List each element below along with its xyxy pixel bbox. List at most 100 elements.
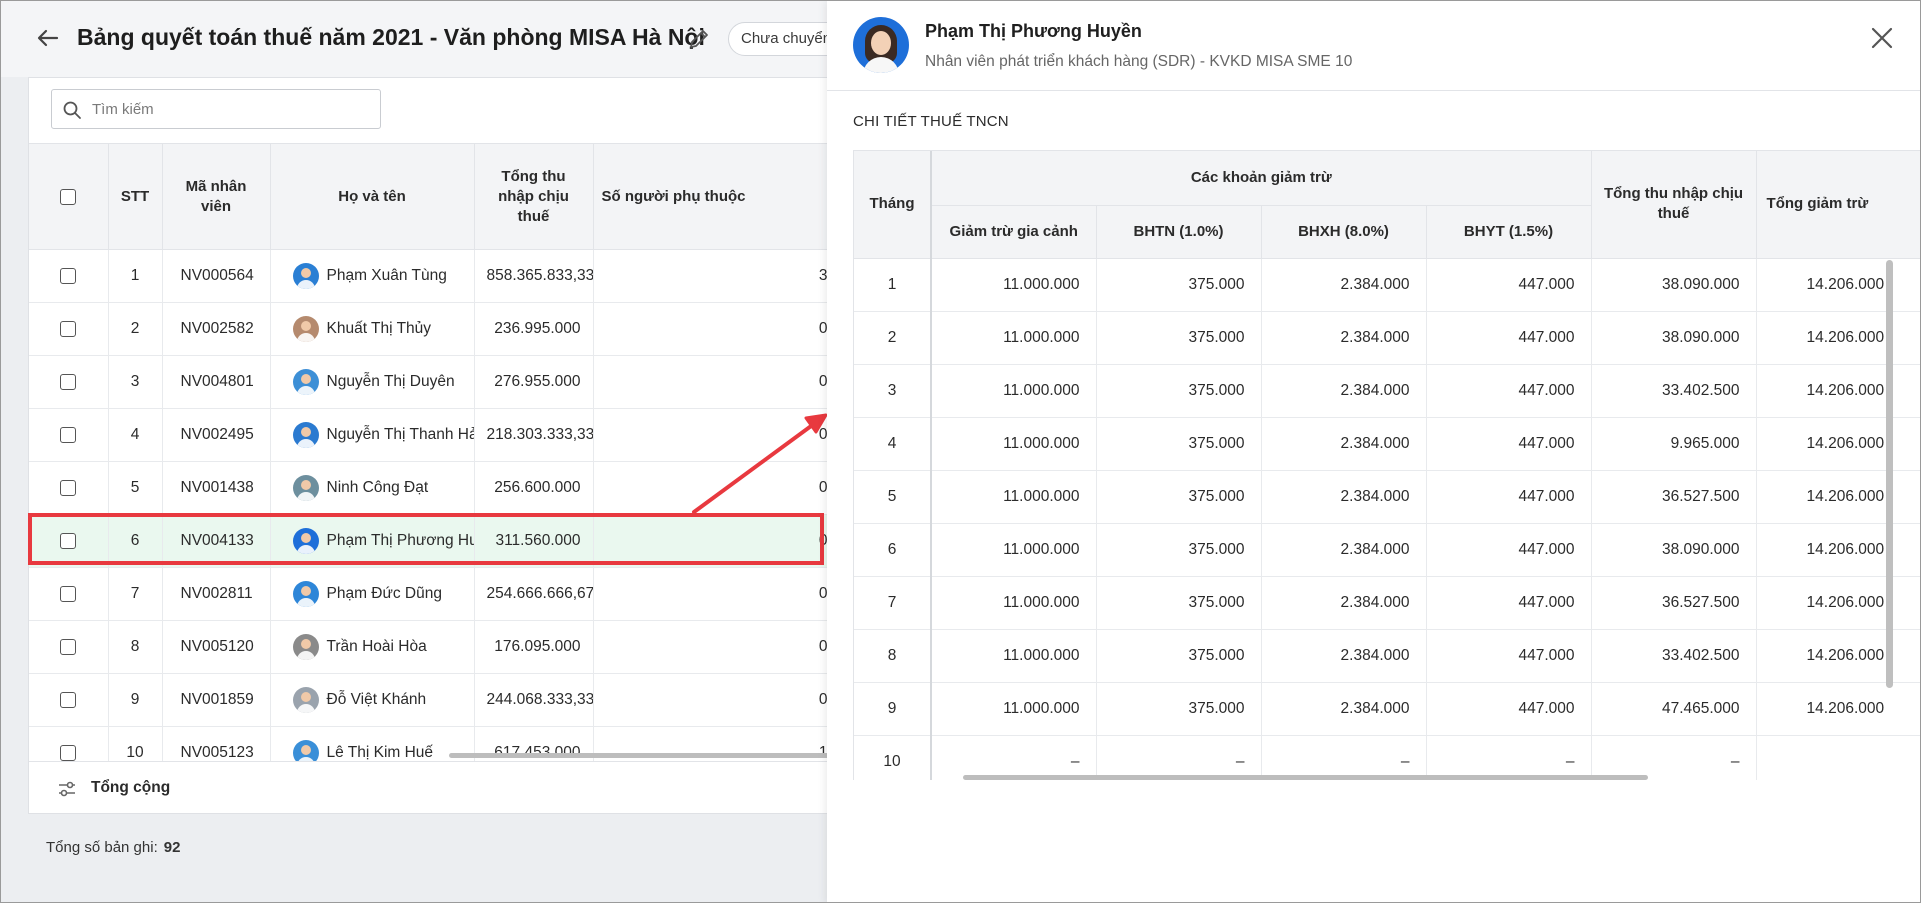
cell-stt: 5 bbox=[108, 461, 163, 515]
cell-bhtn: 375.000 bbox=[1096, 682, 1262, 736]
tax-row[interactable]: 7 11.000.000 375.000 2.384.000 447.000 36.527… bbox=[854, 576, 1920, 630]
cell-name: Trần Hoài Hòa bbox=[270, 620, 475, 674]
cell-month: 5 bbox=[854, 470, 932, 524]
page-title: Bảng quyết toán thuế năm 2021 - Văn phòn… bbox=[77, 24, 705, 50]
vertical-scrollbar[interactable] bbox=[1886, 260, 1893, 688]
employee-name-text[interactable]: Khuất Thị Thủy bbox=[327, 320, 432, 337]
table-row[interactable]: 7 NV002811 Phạm Đức Dũng 254.666.666,67 0 bbox=[29, 567, 827, 621]
row-checkbox[interactable] bbox=[60, 426, 77, 443]
column-header-bhyt[interactable]: BHYT (1.5%) bbox=[1426, 205, 1592, 259]
employee-name-text[interactable]: Đỗ Việt Khánh bbox=[327, 691, 427, 708]
tax-row[interactable]: 9 11.000.000 375.000 2.384.000 447.000 47.465… bbox=[854, 682, 1920, 736]
tax-row[interactable]: 2 11.000.000 375.000 2.384.000 447.000 38.090… bbox=[854, 311, 1920, 365]
sliders-icon[interactable] bbox=[57, 779, 77, 799]
table-header-row: STT Mã nhân viên Họ và tên Tổng thu nhập… bbox=[29, 143, 827, 250]
cell-income: 256.600.000 bbox=[474, 461, 594, 515]
employee-name: Phạm Thị Phương Huyền bbox=[925, 21, 1142, 41]
column-header-bhtn[interactable]: BHTN (1.0%) bbox=[1096, 205, 1262, 259]
tax-row[interactable]: 6 11.000.000 375.000 2.384.000 447.000 38.090… bbox=[854, 523, 1920, 577]
cell-bhtn: – bbox=[1096, 735, 1262, 780]
column-header-stt[interactable]: STT bbox=[108, 143, 163, 250]
column-header-taxable[interactable]: Tổng thu nhập chịu thuế bbox=[1591, 151, 1757, 259]
cell-dependents: 0 bbox=[593, 567, 827, 621]
row-checkbox[interactable] bbox=[60, 744, 77, 761]
tax-row[interactable]: 3 11.000.000 375.000 2.384.000 447.000 33.402… bbox=[854, 364, 1920, 418]
column-header-total-deduction[interactable]: Tổng giảm trừ bbox=[1756, 151, 1920, 259]
record-count: Tổng số bản ghi: 92 bbox=[46, 839, 180, 856]
cell-total-deduction: 14.206.000 bbox=[1756, 364, 1920, 418]
dependents-value: 0 bbox=[818, 691, 827, 708]
row-select-cell bbox=[29, 355, 109, 409]
edit-pencil-icon[interactable] bbox=[687, 27, 711, 51]
column-header-income[interactable]: Tổng thu nhập chịu thuế bbox=[474, 143, 594, 250]
total-label: Tổng cộng bbox=[91, 779, 171, 796]
column-header-bhxh[interactable]: BHXH (8.0%) bbox=[1261, 205, 1427, 259]
employee-name-text[interactable]: Phạm Đức Dũng bbox=[327, 585, 442, 602]
cell-dependents: 0 bbox=[593, 620, 827, 674]
cell-family-deduction: 11.000.000 bbox=[931, 576, 1097, 630]
close-icon[interactable] bbox=[1868, 24, 1896, 52]
tax-row[interactable]: 10– – – – – bbox=[854, 735, 1920, 780]
table-row[interactable]: 9 NV001859 Đỗ Việt Khánh 244.068.333,33 0 bbox=[29, 673, 827, 727]
employee-name-text[interactable]: Phạm Xuân Tùng bbox=[327, 267, 447, 284]
cell-taxable-income: 38.090.000 bbox=[1591, 258, 1757, 312]
cell-month: 6 bbox=[854, 523, 932, 577]
dependents-value: 3 bbox=[818, 267, 827, 284]
cell-family-deduction: 11.000.000 bbox=[931, 523, 1097, 577]
avatar bbox=[292, 475, 319, 501]
cell-bhxh: 2.384.000 bbox=[1261, 258, 1427, 312]
employee-name-text[interactable]: Trần Hoài Hòa bbox=[327, 638, 427, 655]
employee-detail-panel: Phạm Thị Phương Huyền Nhân viên phát tri… bbox=[827, 1, 1920, 902]
row-checkbox[interactable] bbox=[60, 479, 77, 496]
column-header-family[interactable]: Giảm trừ gia cảnh bbox=[931, 205, 1097, 259]
cell-code: NV002811 bbox=[162, 567, 271, 621]
row-select-cell bbox=[29, 302, 109, 356]
row-checkbox[interactable] bbox=[60, 373, 77, 390]
column-header-code[interactable]: Mã nhân viên bbox=[162, 143, 271, 250]
total-deduction-value: 14.206.000 bbox=[1806, 487, 1885, 505]
employee-name-text[interactable]: Nguyễn Thị Duyên bbox=[327, 373, 455, 390]
cell-family-deduction: 11.000.000 bbox=[931, 258, 1097, 312]
cell-month: 7 bbox=[854, 576, 932, 630]
total-deduction-value: 14.206.000 bbox=[1806, 540, 1885, 558]
horizontal-scrollbar[interactable] bbox=[449, 753, 827, 758]
tax-row[interactable]: 1 11.000.000 375.000 2.384.000 447.000 38.090… bbox=[854, 258, 1920, 312]
total-row: Tổng cộng bbox=[29, 761, 827, 813]
tax-row[interactable]: 8 11.000.000 375.000 2.384.000 447.000 33.402… bbox=[854, 629, 1920, 683]
row-select-cell bbox=[29, 461, 109, 515]
tax-row[interactable]: 4 11.000.000 375.000 2.384.000 447.000 9.965.… bbox=[854, 417, 1920, 471]
search-icon bbox=[63, 101, 81, 119]
column-header-name[interactable]: Họ và tên bbox=[270, 143, 475, 250]
cell-month: 4 bbox=[854, 417, 932, 471]
employee-name-text[interactable]: Ninh Công Đạt bbox=[327, 479, 429, 496]
column-header-month[interactable]: Tháng bbox=[854, 151, 932, 259]
cell-bhyt: 447.000 bbox=[1426, 629, 1592, 683]
table-row[interactable]: 1 NV000564 Phạm Xuân Tùng 858.365.833,33 3 bbox=[29, 249, 827, 303]
tax-row[interactable]: 5 11.000.000 375.000 2.384.000 447.000 36.527… bbox=[854, 470, 1920, 524]
cell-bhyt: – bbox=[1426, 735, 1592, 780]
row-checkbox[interactable] bbox=[60, 691, 77, 708]
total-deduction-value: 14.206.000 bbox=[1806, 328, 1885, 346]
cell-income: 276.955.000 bbox=[474, 355, 594, 409]
cell-code: NV002495 bbox=[162, 408, 271, 462]
row-select-cell bbox=[29, 408, 109, 462]
tax-detail-table: Tháng Các khoản giảm trừ Tổng thu nhập c… bbox=[854, 151, 1920, 780]
cell-family-deduction: 11.000.000 bbox=[931, 364, 1097, 418]
table-row[interactable]: 8 NV005120 Trần Hoài Hòa 176.095.000 0 bbox=[29, 620, 827, 674]
avatar bbox=[292, 634, 319, 660]
column-header-dependents[interactable]: Số người phụ thuộc bbox=[593, 143, 827, 250]
tax-detail-table-container: Tháng Các khoản giảm trừ Tổng thu nhập c… bbox=[853, 150, 1920, 780]
cell-month: 3 bbox=[854, 364, 932, 418]
row-checkbox[interactable] bbox=[60, 267, 77, 284]
row-checkbox[interactable] bbox=[60, 320, 77, 337]
row-checkbox[interactable] bbox=[60, 638, 77, 655]
back-arrow-icon[interactable] bbox=[33, 23, 63, 53]
employee-name-text[interactable]: Nguyễn Thị Thanh Hải bbox=[327, 426, 474, 443]
select-all-checkbox[interactable] bbox=[60, 188, 77, 205]
search-input[interactable] bbox=[92, 90, 374, 128]
row-checkbox[interactable] bbox=[60, 585, 77, 602]
cell-code: NV001859 bbox=[162, 673, 271, 727]
horizontal-scrollbar-panel[interactable] bbox=[963, 775, 1648, 780]
table-row[interactable]: 2 NV002582 Khuất Thị Thủy 236.995.000 0 bbox=[29, 302, 827, 356]
employee-name-text[interactable]: Lê Thị Kim Huế bbox=[327, 744, 434, 761]
